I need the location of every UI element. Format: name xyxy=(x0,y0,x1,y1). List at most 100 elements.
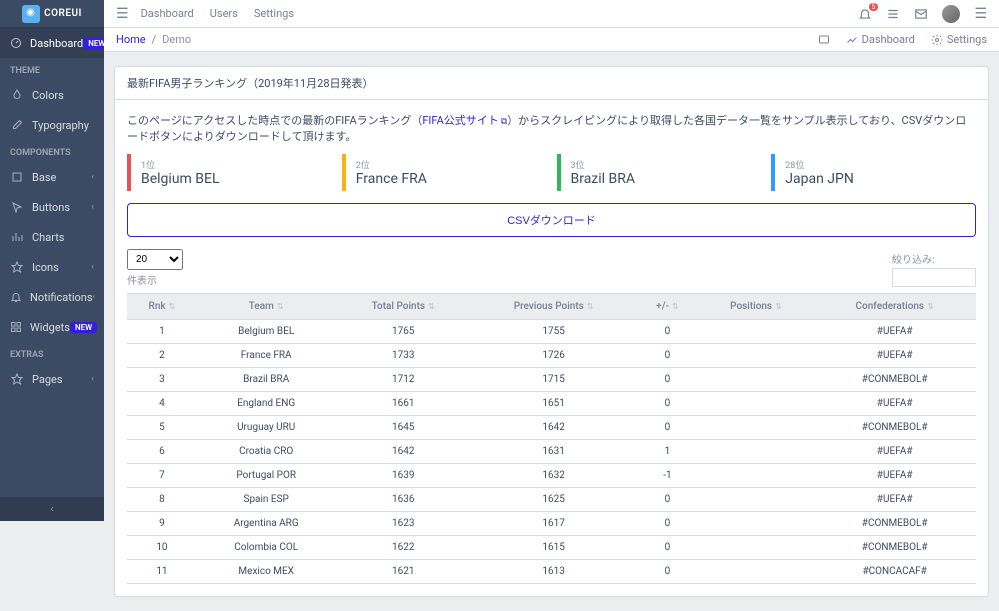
table-cell: 0 xyxy=(636,560,698,584)
subheader-btn-settings[interactable]: Settings xyxy=(931,33,987,46)
table-row[interactable]: 2France FRA173317260#UEFA# xyxy=(127,344,976,368)
sidebar-item-base[interactable]: Base ‹ xyxy=(0,162,104,192)
rank-box-1: 1位 Belgium BEL xyxy=(127,154,332,191)
chart-icon xyxy=(10,230,24,244)
table-cell: 0 xyxy=(636,488,698,512)
sidebar-item-label: Charts xyxy=(32,231,64,244)
desc-pre: このページにアクセスした時点での最新のFIFAランキング（ xyxy=(127,114,422,127)
table-cell: Colombia COL xyxy=(197,536,336,560)
table-cell: 1632 xyxy=(471,464,636,488)
sidebar-item-label: Dashboard xyxy=(30,37,83,50)
table-cell: 8 xyxy=(127,488,197,512)
table-head: Rnk⇅ Team⇅ Total Points⇅ Previous Points… xyxy=(127,294,976,320)
th-diff[interactable]: +/-⇅ xyxy=(636,294,698,320)
sidebar-item-label: Widgets xyxy=(30,321,70,334)
table-body: 1Belgium BEL176517550#UEFA#2France FRA17… xyxy=(127,320,976,584)
user-avatar[interactable] xyxy=(942,5,960,23)
table-row[interactable]: 9Argentina ARG162316170#CONMEBOL# xyxy=(127,512,976,536)
sidebar-brand[interactable]: COREUI xyxy=(0,0,104,28)
th-team[interactable]: Team⇅ xyxy=(197,294,336,320)
table-row[interactable]: 3Brazil BRA171217150#CONMEBOL# xyxy=(127,368,976,392)
table-cell: 1661 xyxy=(335,392,470,416)
breadcrumb-home[interactable]: Home xyxy=(116,33,146,46)
table-row[interactable]: 8Spain ESP163616250#UEFA# xyxy=(127,488,976,512)
table-cell: 0 xyxy=(636,416,698,440)
sidebar-item-label: Pages xyxy=(32,373,63,386)
rank-box-jp: 28位 Japan JPN xyxy=(771,154,976,191)
fifa-link[interactable]: FIFA公式サイト⧉ xyxy=(422,114,507,127)
sidebar-item-pages[interactable]: Pages ‹ xyxy=(0,364,104,394)
breadcrumb-current: Demo xyxy=(162,33,191,46)
sort-icon: ⇅ xyxy=(277,302,284,311)
sidebar-item-widgets[interactable]: Widgets NEW xyxy=(0,312,104,342)
th-total[interactable]: Total Points⇅ xyxy=(335,294,470,320)
bell-icon xyxy=(10,290,22,304)
chevron-left-icon: ‹ xyxy=(91,262,94,272)
sidebar-item-dashboard[interactable]: Dashboard NEW xyxy=(0,28,104,58)
header-right: 5 ☰ xyxy=(858,5,987,23)
table-row[interactable]: 6Croatia CRO164216311#UEFA# xyxy=(127,440,976,464)
brand-icon xyxy=(22,5,40,23)
table-row[interactable]: 10Colombia COL162216150#CONMEBOL# xyxy=(127,536,976,560)
table-cell: England ENG xyxy=(197,392,336,416)
filter-input[interactable] xyxy=(892,268,976,287)
table-row[interactable]: 11Mexico MEX162116130#CONCACAF# xyxy=(127,560,976,584)
table-cell: 9 xyxy=(127,512,197,536)
table-cell: 11 xyxy=(127,560,197,584)
table-cell xyxy=(699,344,814,368)
bell-icon[interactable]: 5 xyxy=(858,7,872,21)
table-cell: #UEFA# xyxy=(813,344,976,368)
sort-icon: ⇅ xyxy=(672,302,679,311)
page-size-control: 20 件表示 xyxy=(127,249,183,287)
table-cell: 1617 xyxy=(471,512,636,536)
table-cell xyxy=(699,440,814,464)
puzzle-icon xyxy=(10,170,24,184)
speedometer-icon xyxy=(10,36,22,50)
sidebar-item-buttons[interactable]: Buttons ‹ xyxy=(0,192,104,222)
header-nav-settings[interactable]: Settings xyxy=(254,7,294,20)
table-cell xyxy=(699,368,814,392)
th-prev[interactable]: Previous Points⇅ xyxy=(471,294,636,320)
star-icon xyxy=(10,260,24,274)
graph-icon xyxy=(846,34,858,46)
rank-position: 1位 xyxy=(141,158,322,171)
sidebar-item-icons[interactable]: Icons ‹ xyxy=(0,252,104,282)
table-cell xyxy=(699,488,814,512)
header-nav-users[interactable]: Users xyxy=(210,7,238,20)
table-cell: 1651 xyxy=(471,392,636,416)
table-row[interactable]: 1Belgium BEL176517550#UEFA# xyxy=(127,320,976,344)
table-cell: #UEFA# xyxy=(813,392,976,416)
sidebar-item-notifications[interactable]: Notifications ‹ xyxy=(0,282,104,312)
table-cell xyxy=(699,464,814,488)
table-cell: 0 xyxy=(636,320,698,344)
table-cell: France FRA xyxy=(197,344,336,368)
table-row[interactable]: 5Uruguay URU164516420#CONMEBOL# xyxy=(127,416,976,440)
sidebar-item-colors[interactable]: Colors xyxy=(0,80,104,110)
drop-icon xyxy=(10,88,24,102)
table-cell: 1 xyxy=(127,320,197,344)
new-badge: NEW xyxy=(83,38,104,49)
th-confed[interactable]: Confederations⇅ xyxy=(813,294,976,320)
list-icon[interactable] xyxy=(886,7,900,21)
table-row[interactable]: 7Portugal POR16391632-1#UEFA# xyxy=(127,464,976,488)
sidebar-minimizer[interactable]: ‹ xyxy=(0,497,104,521)
table-cell: 1 xyxy=(636,440,698,464)
pencil-icon xyxy=(10,118,24,132)
menu-toggle-icon[interactable]: ☰ xyxy=(116,6,129,22)
table-cell: 4 xyxy=(127,392,197,416)
sidebar-item-typography[interactable]: Typography xyxy=(0,110,104,140)
th-rnk[interactable]: Rnk⇅ xyxy=(127,294,197,320)
subheader-btn-edit[interactable] xyxy=(818,33,830,46)
sidebar-title-components: COMPONENTS xyxy=(0,140,104,162)
page-size-select[interactable]: 20 xyxy=(127,249,183,270)
envelope-icon[interactable] xyxy=(914,7,928,21)
csv-download-button[interactable]: CSVダウンロード xyxy=(127,203,976,237)
sidebar-item-charts[interactable]: Charts xyxy=(0,222,104,252)
table-row[interactable]: 4England ENG166116510#UEFA# xyxy=(127,392,976,416)
th-positions[interactable]: Positions⇅ xyxy=(699,294,814,320)
sidebar-item-label: Icons xyxy=(32,261,59,274)
header-nav-dashboard[interactable]: Dashboard xyxy=(141,7,194,20)
table-cell: 1755 xyxy=(471,320,636,344)
subheader-btn-dashboard[interactable]: Dashboard xyxy=(846,33,915,46)
aside-toggle-icon[interactable]: ☰ xyxy=(974,6,987,22)
